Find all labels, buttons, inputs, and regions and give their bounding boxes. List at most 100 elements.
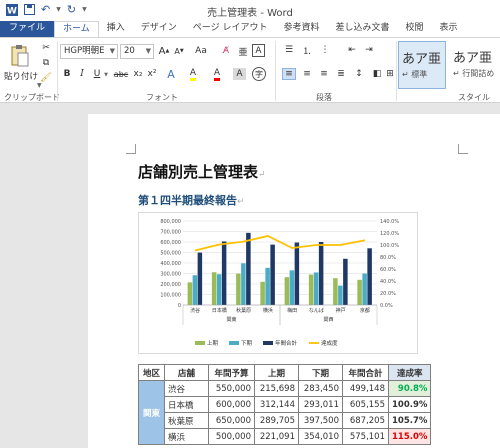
legend-label: 達成度 [321,339,338,347]
bar-2 [197,252,203,305]
document-subtitle[interactable]: 第１四半期最終報告↵ [138,192,245,208]
cell-store[interactable]: 日本橋 [164,396,209,413]
group-label: 関東 [226,316,236,323]
header-total[interactable]: 年間合計 [342,364,389,381]
char-shading-button[interactable]: A [233,68,246,80]
cell-budget[interactable]: 600,000 [208,396,255,413]
style-normal[interactable]: あア亜 ↵ 標準 [398,41,446,89]
cell-total[interactable]: 575,101 [342,428,389,445]
change-case-button[interactable]: Aa [192,45,210,57]
document-page[interactable]: 店舗別売上管理表↵ 第１四半期最終報告↵ 0 100,000 200,000 300,… [88,114,500,448]
style-no-spacing[interactable]: あア亜 ↵ 行間詰め [450,41,500,89]
font-color-button[interactable]: A [210,68,224,81]
group-label-style: スタイル [458,93,490,102]
cell-rate[interactable]: 105.7% [387,412,432,429]
sales-table[interactable]: 地区 店舗 年間予算 上期 下期 年間合計 達成率 関東 渋谷 550,000 215… [138,364,432,445]
cell-total[interactable]: 499,148 [342,380,389,397]
char-border-label: A [255,45,262,56]
cell-h1[interactable]: 312,144 [254,396,299,413]
copy-icon[interactable]: ⧉ [40,57,52,69]
clear-format-icon[interactable]: A̸ [220,45,232,57]
header-store[interactable]: 店舗 [164,364,209,381]
font-name-dropdown-icon[interactable]: ▼ [110,45,115,58]
justify-icon[interactable]: ≣ [334,68,348,80]
cell-budget[interactable]: 500,000 [208,428,255,445]
underline-button[interactable]: U [92,68,102,80]
cell-budget[interactable]: 550,000 [208,380,255,397]
decrease-indent-icon[interactable]: ⇤ [345,44,359,56]
sales-chart[interactable]: 0 100,000 200,000 300,000 400,000 500,000 600,… [138,212,418,354]
clipboard-icon [11,45,29,67]
tab-home[interactable]: ホーム [54,21,99,37]
shrink-font-button[interactable]: A ▼ [173,45,185,57]
header-region[interactable]: 地区 [138,364,165,381]
tab-review[interactable]: 校閲 [398,21,432,37]
cell-rate[interactable]: 100.9% [387,396,432,413]
tab-design[interactable]: デザイン [133,21,185,37]
font-name-box[interactable]: HGP明朝E ▼ [60,44,118,59]
align-left-icon[interactable]: ≡ [282,68,296,80]
line-spacing-icon[interactable]: ↕ [352,68,366,80]
grow-font-button[interactable]: A ▲ [158,45,170,57]
tab-references[interactable]: 参考資料 [275,21,327,37]
paste-label[interactable]: 貼り付け [4,70,38,82]
header-budget[interactable]: 年間予算 [208,364,255,381]
cell-h2[interactable]: 283,450 [298,380,343,397]
multilevel-list-icon[interactable]: ⋮ [318,44,332,56]
header-h1[interactable]: 上期 [254,364,299,381]
paste-button[interactable] [8,42,32,70]
header-rate[interactable]: 達成率 [387,364,432,381]
superscript-button[interactable]: x² [146,68,158,80]
align-center-icon[interactable]: ≡ [300,68,314,80]
align-right-icon[interactable]: ≡ [317,68,331,80]
cut-icon[interactable]: ✂ [40,42,52,54]
tab-file[interactable]: ファイル [0,21,55,37]
tab-insert[interactable]: 挿入 [99,21,133,37]
cell-h1[interactable]: 215,698 [254,380,299,397]
bold-button[interactable]: B [62,68,72,80]
document-title[interactable]: 店舗別売上管理表↵ [138,161,266,182]
increase-indent-icon[interactable]: ⇥ [362,44,376,56]
cell-h2[interactable]: 397,500 [298,412,343,429]
cell-h2[interactable]: 293,011 [298,396,343,413]
cell-h1[interactable]: 221,091 [254,428,299,445]
subscript-button[interactable]: x₂ [132,68,144,80]
tab-view[interactable]: 表示 [432,21,466,37]
format-painter-icon[interactable]: 🖌 [40,72,52,84]
enclose-char-button[interactable]: 字 [252,67,266,81]
right-axis-tick-label: 100.0% [380,243,399,249]
region-cell[interactable]: 関東 [138,380,165,445]
bar-2 [367,248,372,305]
tab-mailings[interactable]: 差し込み文書 [327,21,397,37]
text-effects-button[interactable]: A [164,67,178,81]
legend-swatch [195,341,205,345]
cell-total[interactable]: 687,205 [342,412,389,429]
char-border-button[interactable]: A [252,44,265,57]
cell-store[interactable]: 秋葉原 [164,412,209,429]
cell-budget[interactable]: 650,000 [208,412,255,429]
tab-page-layout[interactable]: ページ レイアウト [185,21,276,37]
cell-rate[interactable]: 90.8% [387,380,432,397]
cell-h2[interactable]: 354,010 [298,428,343,445]
cell-rate[interactable]: 115.0% [387,428,432,445]
strikethrough-button[interactable]: abc [113,68,129,80]
bullets-icon[interactable]: ☰ [282,44,296,56]
table-row: 秋葉原 650,000 289,705 397,500 687,205 105.7% [139,412,432,429]
cell-store[interactable]: 渋谷 [164,380,209,397]
numbering-icon[interactable]: ⒈ [300,44,314,57]
italic-button[interactable]: I [77,68,87,80]
borders-icon[interactable]: ⊞ [384,68,396,80]
style-normal-name: ↵ 標準 [402,70,428,79]
underline-dropdown-icon[interactable]: ▼ [103,71,109,79]
cell-total[interactable]: 605,155 [342,396,389,413]
cell-store[interactable]: 横浜 [164,428,209,445]
group-label: 関西 [323,317,333,323]
shading-icon[interactable]: ◧ [370,68,384,80]
highlight-button[interactable]: A [186,68,200,81]
font-size-box[interactable]: 20 ▼ [120,44,154,59]
font-color-label: A [213,68,221,81]
font-size-dropdown-icon[interactable]: ▼ [146,45,151,58]
header-h2[interactable]: 下期 [298,364,343,381]
cell-h1[interactable]: 289,705 [254,412,299,429]
phonetic-guide-button[interactable]: 亜 [237,45,249,58]
